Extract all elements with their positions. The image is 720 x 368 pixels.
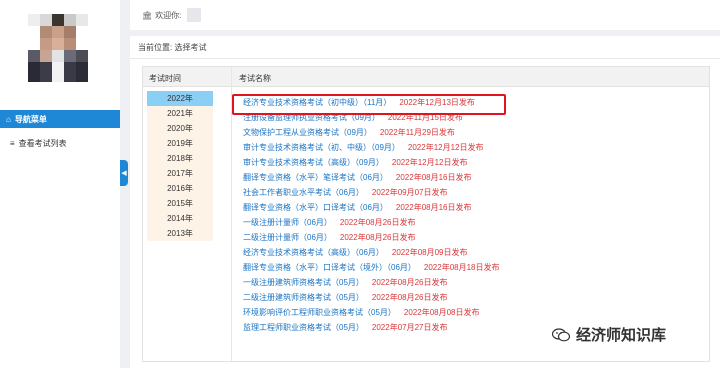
year-item[interactable]: 2016年 xyxy=(147,181,213,196)
exam-date: 2022年08月09日发布 xyxy=(391,248,468,257)
exam-link[interactable]: 经济专业技术资格考试（高级）（06月） xyxy=(243,248,384,257)
exam-list: 经济专业技术资格考试（初中级）（11月） 2022年12月13日发布 注册设备监理… xyxy=(243,95,703,335)
highlight-box xyxy=(232,94,506,115)
exam-row: 审计专业技术资格考试（初、中级）（09月） 2022年12月12日发布 xyxy=(243,140,703,155)
avatar xyxy=(28,14,88,82)
exam-link[interactable]: 审计专业技术资格考试（高级）（09月） xyxy=(243,158,384,167)
year-list: 2022年 2021年 2020年 2019年 2018年 2017年 2016… xyxy=(147,91,213,241)
divider xyxy=(130,58,720,59)
list-icon: ≡ xyxy=(10,138,15,148)
year-item[interactable]: 2022年 xyxy=(147,91,213,106)
exam-link[interactable]: 翻译专业资格（水平）笔译考试（06月） xyxy=(243,173,388,182)
exam-link[interactable]: 翻译专业资格（水平）口译考试（06月） xyxy=(243,203,388,212)
watermark-text: 经济师知识库 xyxy=(576,327,667,344)
main-content: 当前位置: 选择考试 考试时间 考试名称 2022年 2021年 2020年 2… xyxy=(130,36,720,368)
exam-row: 社会工作者职业水平考试（06月） 2022年09月07日发布 xyxy=(243,185,703,200)
home-icon: ⌂ xyxy=(6,114,11,124)
exam-date: 2022年11月29日发布 xyxy=(379,128,455,137)
year-item[interactable]: 2017年 xyxy=(147,166,213,181)
exam-link[interactable]: 二级注册计量师（06月） xyxy=(243,233,332,242)
exam-date: 2022年09月07日发布 xyxy=(371,188,448,197)
table-header: 考试时间 考试名称 xyxy=(143,67,709,87)
nav-menu-label: 导航菜单 xyxy=(14,114,47,124)
exam-row: 翻译专业资格（水平）口译考试（06月） 2022年08月16日发布 xyxy=(243,200,703,215)
exam-date: 2022年12月12日发布 xyxy=(407,143,484,152)
exam-row: 翻译专业资格（水平）笔译考试（06月） 2022年08月16日发布 xyxy=(243,170,703,185)
exam-date: 2022年08月18日发布 xyxy=(423,263,500,272)
exam-row: 二级注册计量师（06月） 2022年08月26日发布 xyxy=(243,230,703,245)
year-item[interactable]: 2015年 xyxy=(147,196,213,211)
watermark: 经济师知识库 xyxy=(552,324,666,345)
sidebar: ⌂ 导航菜单 ≡ 查看考试列表 xyxy=(0,0,120,368)
sidebar-item-label: 查看考试列表 xyxy=(18,138,67,148)
breadcrumb: 当前位置: 选择考试 xyxy=(138,43,207,52)
exam-row: 环境影响评价工程师职业资格考试（05月） 2022年08月08日发布 xyxy=(243,305,703,320)
nav-menu-header[interactable]: ⌂ 导航菜单 xyxy=(0,110,120,128)
exam-date: 2022年12月12日发布 xyxy=(391,158,468,167)
exam-date: 2022年08月26日发布 xyxy=(339,218,416,227)
year-item[interactable]: 2021年 xyxy=(147,106,213,121)
exam-row: 二级注册建筑师资格考试（05月） 2022年08月26日发布 xyxy=(243,290,703,305)
exam-row: 文物保护工程从业资格考试（09月） 2022年11月29日发布 xyxy=(243,125,703,140)
welcome-text: 欢迎你: xyxy=(155,10,182,20)
exam-date: 2022年08月26日发布 xyxy=(371,293,448,302)
wechat-icon xyxy=(552,327,570,341)
year-item[interactable]: 2014年 xyxy=(147,211,213,226)
exam-link[interactable]: 二级注册建筑师资格考试（05月） xyxy=(243,293,364,302)
column-header-time: 考试时间 xyxy=(149,74,181,83)
exam-row: 经济专业技术资格考试（高级）（06月） 2022年08月09日发布 xyxy=(243,245,703,260)
exam-row: 一级注册计量师（06月） 2022年08月26日发布 xyxy=(243,215,703,230)
exam-link[interactable]: 社会工作者职业水平考试（06月） xyxy=(243,188,364,197)
exam-row: 翻译专业资格（水平）口译考试（境外）（06月） 2022年08月18日发布 xyxy=(243,260,703,275)
year-item[interactable]: 2013年 xyxy=(147,226,213,241)
year-item[interactable]: 2020年 xyxy=(147,121,213,136)
exam-link[interactable]: 一级注册建筑师资格考试（05月） xyxy=(243,278,364,287)
exam-link[interactable]: 一级注册计量师（06月） xyxy=(243,218,332,227)
home-icon: 🏛 xyxy=(142,10,153,20)
chevron-left-icon: ◀ xyxy=(121,170,127,177)
exam-link[interactable]: 翻译专业资格（水平）口译考试（境外）（06月） xyxy=(243,263,416,272)
exam-link[interactable]: 监理工程师职业资格考试（05月） xyxy=(243,323,364,332)
exam-row: 审计专业技术资格考试（高级）（09月） 2022年12月12日发布 xyxy=(243,155,703,170)
sidebar-item-exam-list[interactable]: ≡ 查看考试列表 xyxy=(0,135,120,151)
year-item[interactable]: 2018年 xyxy=(147,151,213,166)
header: 🏛 欢迎你: xyxy=(130,0,720,30)
column-header-name: 考试名称 xyxy=(239,74,271,83)
sidebar-collapse-button[interactable]: ◀ xyxy=(120,160,128,186)
exam-date: 2022年07月27日发布 xyxy=(371,323,448,332)
exam-date: 2022年08月26日发布 xyxy=(371,278,448,287)
username-blurred xyxy=(187,8,202,22)
exam-date: 2022年08月16日发布 xyxy=(395,173,472,182)
exam-link[interactable]: 审计专业技术资格考试（初、中级）（09月） xyxy=(243,143,400,152)
year-item[interactable]: 2019年 xyxy=(147,136,213,151)
exam-date: 2022年08月08日发布 xyxy=(403,308,480,317)
exam-link[interactable]: 环境影响评价工程师职业资格考试（05月） xyxy=(243,308,396,317)
exam-date: 2022年08月26日发布 xyxy=(339,233,416,242)
exam-date: 2022年08月16日发布 xyxy=(395,203,472,212)
exam-link[interactable]: 文物保护工程从业资格考试（09月） xyxy=(243,128,372,137)
exam-row: 一级注册建筑师资格考试（05月） 2022年08月26日发布 xyxy=(243,275,703,290)
